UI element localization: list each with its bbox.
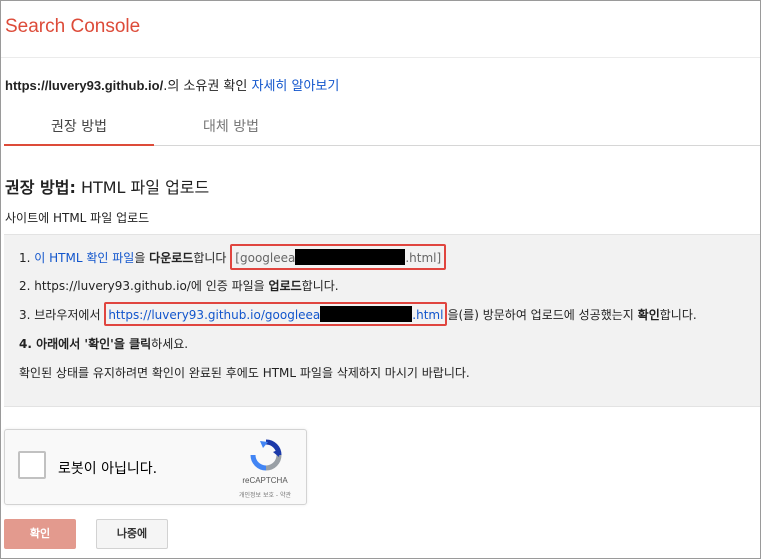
tab-recommended[interactable]: 권장 방법 <box>4 109 154 146</box>
confirm-button[interactable]: 확인 <box>4 519 76 549</box>
step-2-end: 합니다. <box>301 279 339 293</box>
highlighted-filename: [googleea .html] <box>230 244 447 270</box>
ownership-suffix: .의 소유권 확인 <box>163 79 252 94</box>
keep-file-note: 확인된 상태를 유지하려면 확인이 완료된 후에도 HTML 파일을 삭제하지 … <box>19 366 470 380</box>
url-prefix: https://luvery93.github.io/googleea <box>108 308 321 322</box>
step-4-end: 하세요. <box>151 337 189 351</box>
step-2: 2. https://luvery93.github.io/에 인증 파일을 업… <box>19 277 339 294</box>
app-title: Search Console <box>5 16 141 37</box>
method-title-label: 권장 방법: <box>5 178 76 197</box>
header: Search Console <box>0 0 761 58</box>
step-3-mid: 을(를) 방문하여 업로드에 성공했는지 <box>447 308 638 322</box>
url-suffix: .html <box>412 308 444 322</box>
redacted-block <box>320 306 413 322</box>
step-4: 4. 아래에서 '확인'을 클릭하세요. <box>19 335 188 352</box>
step-1-number: 1. <box>19 251 35 265</box>
step-1-end: 합니다 <box>193 251 227 265</box>
step-1: 1. 이 HTML 확인 파일을 다운로드합니다 [googleea .html] <box>19 244 447 270</box>
step-2-text: 2. https://luvery93.github.io/에 인증 파일을 <box>19 279 269 293</box>
step-1-text: 을 <box>134 251 150 265</box>
method-title-text: HTML 파일 업로드 <box>75 178 210 197</box>
step-4-bold: 4. 아래에서 '확인'을 클릭 <box>19 337 152 351</box>
recaptcha-brand: reCAPTCHA <box>242 476 288 485</box>
ownership-line: https://luvery93.github.io/.의 소유권 확인 자세히… <box>5 75 339 94</box>
recaptcha-terms-link[interactable]: 개인정보 보호 - 약관 <box>215 490 315 499</box>
step-3: 3. 브라우저에서 https://luvery93.github.io/goo… <box>19 302 697 326</box>
step-3-text: 3. 브라우저에서 <box>19 308 105 322</box>
step-2-upload-label: 업로드 <box>268 279 302 293</box>
step-3-confirm-label: 확인 <box>637 308 660 322</box>
method-title: 권장 방법: HTML 파일 업로드 <box>5 174 209 198</box>
redacted-block <box>295 249 406 265</box>
step-3-end: 합니다. <box>659 308 697 322</box>
steps-panel: 1. 이 HTML 확인 파일을 다운로드합니다 [googleea .html]… <box>4 234 761 407</box>
site-url: https://luvery93.github.io/ <box>5 78 164 93</box>
verification-url-link[interactable]: https://luvery93.github.io/googleea .html <box>108 306 444 322</box>
filename-suffix: .html] <box>405 251 442 265</box>
filename-prefix: [googleea <box>235 251 296 265</box>
not-robot-label: 로봇이 아닙니다. <box>58 461 158 477</box>
method-subtitle: 사이트에 HTML 파일 업로드 <box>5 211 150 225</box>
download-file-link[interactable]: 이 HTML 확인 파일 <box>34 251 134 265</box>
later-button[interactable]: 나중에 <box>96 519 168 549</box>
highlighted-url: https://luvery93.github.io/googleea .html <box>104 302 448 326</box>
step-1-download-label: 다운로드 <box>149 251 194 265</box>
method-tabs: 권장 방법 대체 방법 <box>4 109 761 146</box>
recaptcha-checkbox[interactable] <box>18 451 46 479</box>
recaptcha-logo-icon <box>250 439 282 471</box>
learn-more-link[interactable]: 자세히 알아보기 <box>251 79 339 94</box>
recaptcha-widget: 로봇이 아닙니다. reCAPTCHA 개인정보 보호 - 약관 <box>4 429 307 505</box>
tab-alternate[interactable]: 대체 방법 <box>156 109 306 146</box>
